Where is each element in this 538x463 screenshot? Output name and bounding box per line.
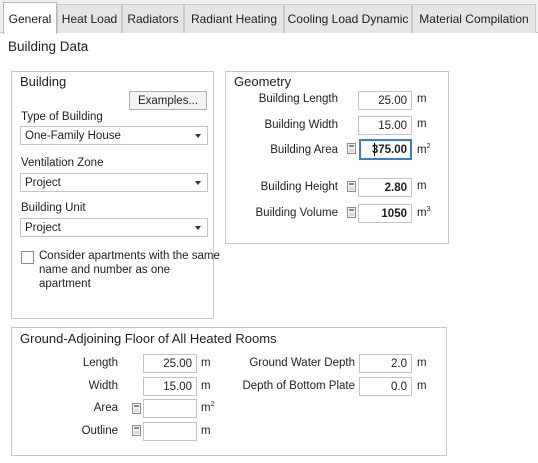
bottom-plate-depth-label: Depth of Bottom Plate [242, 380, 355, 392]
tab-bar: General Heat Load Radiators Radiant Heat… [0, 0, 538, 34]
building-volume-label: Building Volume [255, 207, 338, 219]
building-volume-unit-text: m [417, 206, 427, 219]
tab-radiators-label: Radiators [127, 12, 179, 26]
consider-apartments-line-3: apartment [39, 278, 91, 290]
floor-area-unit-sup: 2 [210, 401, 215, 408]
floor-outline-label: Outline [81, 425, 118, 437]
bottom-plate-depth-input[interactable]: 0.0 [359, 377, 412, 396]
floor-area-input[interactable] [143, 399, 197, 418]
building-group-title: Building [20, 74, 67, 89]
building-width-unit: m [417, 118, 427, 130]
floor-length-unit: m [201, 357, 211, 369]
page-title: Building Data [8, 39, 89, 54]
floor-area-unit: m2 [201, 401, 215, 414]
building-volume-input[interactable]: 1050 [358, 204, 412, 223]
consider-apartments-checkbox[interactable] [21, 251, 34, 264]
consider-apartments-label: Consider apartments with the same name a… [39, 249, 220, 291]
floor-outline-unit: m [201, 425, 211, 437]
ground-water-depth-unit: m [417, 357, 427, 369]
tab-general[interactable]: General [3, 2, 57, 34]
tab-cooling-load-dynamic[interactable]: Cooling Load Dynamic [284, 4, 412, 33]
geometry-group-title: Geometry [234, 74, 292, 89]
tab-radiant-heating[interactable]: Radiant Heating [184, 4, 284, 33]
building-height-label: Building Height [260, 181, 338, 193]
building-volume-unit: m3 [417, 206, 431, 219]
building-unit-label: Building Unit [21, 202, 86, 214]
calculator-icon[interactable] [347, 181, 356, 192]
building-area-input[interactable]: 375.00 [359, 139, 412, 160]
ground-water-depth-label: Ground Water Depth [249, 357, 355, 369]
bottom-plate-depth-unit: m [417, 380, 427, 392]
building-width-input[interactable]: 15.00 [358, 116, 412, 135]
type-of-building-label: Type of Building [21, 111, 103, 123]
floor-outline-input[interactable] [143, 422, 197, 441]
chevron-down-icon [195, 134, 201, 138]
type-of-building-value: One-Family House [25, 129, 121, 142]
tab-heat-load[interactable]: Heat Load [57, 4, 122, 33]
chevron-down-icon [195, 226, 201, 230]
floor-length-input[interactable]: 25.00 [143, 354, 197, 373]
tab-material-compilation-label: Material Compilation [419, 12, 529, 26]
building-length-label: Building Length [258, 93, 338, 105]
floor-width-unit: m [201, 380, 211, 392]
tab-heat-load-label: Heat Load [61, 12, 118, 26]
floor-width-label: Width [88, 380, 118, 392]
chevron-down-icon [195, 181, 201, 185]
building-area-label: Building Area [270, 144, 338, 156]
calculator-icon[interactable] [347, 143, 356, 154]
type-of-building-select[interactable]: One-Family House [20, 126, 208, 145]
consider-apartments-line-1: Consider apartments with the same [39, 250, 220, 262]
building-volume-unit-sup: 3 [426, 206, 431, 213]
building-unit-value: Project [25, 221, 61, 234]
building-unit-select[interactable]: Project [20, 218, 208, 237]
building-length-unit: m [417, 93, 427, 105]
tab-material-compilation[interactable]: Material Compilation [412, 4, 536, 33]
building-area-unit: m2 [417, 143, 431, 156]
floor-area-unit-text: m [201, 401, 211, 414]
building-length-input[interactable]: 25.00 [358, 91, 412, 110]
tab-radiant-heating-label: Radiant Heating [190, 12, 278, 26]
calculator-icon[interactable] [347, 207, 356, 218]
calculator-icon[interactable] [132, 425, 141, 436]
ground-floor-group-title: Ground-Adjoining Floor of All Heated Roo… [20, 331, 277, 346]
calculator-icon[interactable] [132, 403, 141, 414]
building-area-unit-sup: 2 [426, 143, 431, 150]
building-area-unit-text: m [417, 143, 427, 156]
floor-area-label: Area [93, 402, 118, 414]
building-width-label: Building Width [264, 119, 338, 131]
consider-apartments-line-2: name and number as one [39, 264, 171, 276]
examples-button[interactable]: Examples... [129, 91, 207, 110]
ventilation-zone-select[interactable]: Project [20, 173, 208, 192]
tab-general-label: General [8, 11, 52, 26]
text-cursor [374, 143, 375, 156]
tab-radiators[interactable]: Radiators [122, 4, 184, 33]
ground-water-depth-input[interactable]: 2.0 [359, 354, 412, 373]
ventilation-zone-value: Project [25, 176, 61, 189]
building-height-unit: m [417, 180, 427, 192]
floor-length-label: Length [82, 357, 118, 369]
tab-cooling-load-dynamic-label: Cooling Load Dynamic [287, 12, 409, 26]
ventilation-zone-label: Ventilation Zone [21, 157, 104, 169]
floor-width-input[interactable]: 15.00 [143, 377, 197, 396]
building-height-input[interactable]: 2.80 [358, 178, 412, 197]
